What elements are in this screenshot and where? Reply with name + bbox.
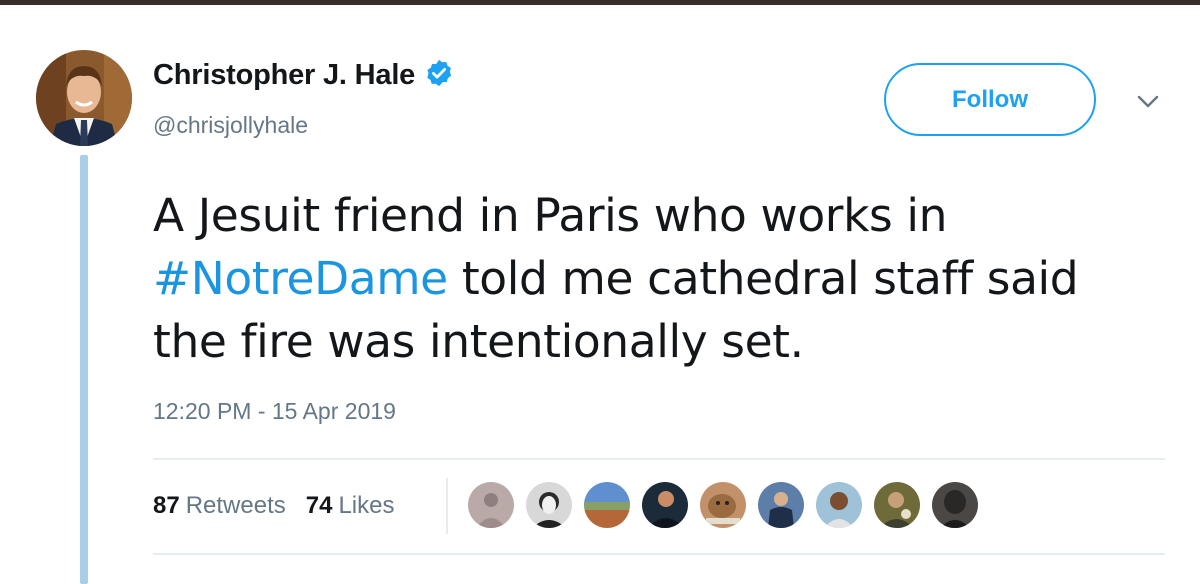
liker-avatar[interactable] [584, 482, 630, 528]
tweet-stats: 87 Retweets 74 Likes [153, 492, 414, 520]
retweets-stat[interactable]: 87 Retweets [153, 492, 286, 520]
likes-count: 74 [305, 492, 333, 519]
liker-avatar[interactable] [642, 482, 688, 528]
liker-avatar[interactable] [874, 482, 920, 528]
tweet-timestamp[interactable]: 12:20 PM - 15 Apr 2019 [153, 398, 396, 425]
chevron-down-icon[interactable] [1136, 94, 1160, 110]
retweets-count: 87 [153, 492, 180, 519]
liker-avatar[interactable] [758, 482, 804, 528]
thread-line [80, 155, 88, 584]
liker-avatar[interactable] [700, 482, 746, 528]
stats-divider [446, 478, 448, 534]
avatar-photo [36, 50, 132, 146]
liker-avatars [468, 482, 990, 534]
hashtag-link[interactable]: #NotreDame [153, 252, 448, 305]
likes-stat[interactable]: 74 Likes [306, 492, 395, 520]
author-name-row[interactable]: Christopher J. Hale [153, 58, 454, 93]
user-handle[interactable]: @chrisjollyhale [153, 112, 308, 139]
tweet-text-line-3: the fire was intentionally set. [153, 315, 804, 368]
divider [153, 458, 1165, 460]
liker-avatar[interactable] [932, 482, 978, 528]
liker-avatar[interactable] [816, 482, 862, 528]
tweet-text-line-1: A Jesuit friend in Paris who works in [153, 189, 948, 242]
retweets-label: Retweets [185, 492, 286, 519]
divider [153, 553, 1165, 555]
liker-avatar[interactable] [468, 482, 514, 528]
liker-avatar[interactable] [526, 482, 572, 528]
likes-label: Likes [338, 492, 395, 519]
display-name[interactable]: Christopher J. Hale [153, 59, 415, 92]
avatar[interactable] [36, 50, 132, 146]
top-border [0, 0, 1200, 5]
tweet-text-line-2: #NotreDame told me cathedral staff said [153, 247, 1183, 310]
tweet-text: A Jesuit friend in Paris who works in #N… [153, 184, 1183, 373]
follow-button[interactable]: Follow [884, 63, 1096, 136]
tweet-text-line-2-rest: told me cathedral staff said [461, 252, 1079, 305]
verified-badge-icon [415, 58, 454, 93]
